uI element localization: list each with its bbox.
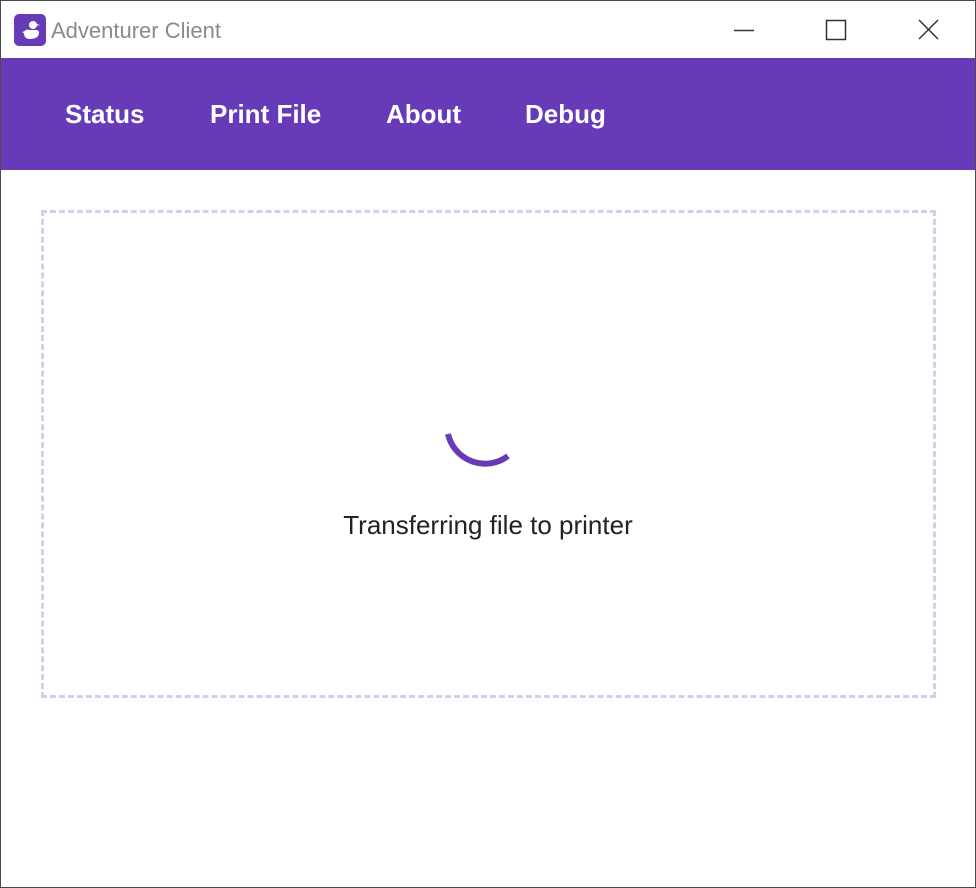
loading-spinner-icon [445,433,510,467]
minimize-button[interactable] [698,1,790,58]
nav-item-about[interactable]: About [386,98,461,130]
transfer-status-text: Transferring file to printer [343,510,633,540]
close-button[interactable] [882,1,974,58]
nav-item-print-file[interactable]: Print File [210,98,321,130]
duck-icon [14,14,46,46]
title-bar[interactable]: Adventurer Client [1,1,975,58]
nav-item-debug[interactable]: Debug [525,98,606,130]
maximize-icon [825,19,847,41]
app-window: Adventurer Client Status Print File Abou… [0,0,976,888]
close-icon [918,19,939,40]
nav-item-status[interactable]: Status [65,98,144,130]
minimize-icon [734,29,754,32]
window-title: Adventurer Client [51,18,221,43]
nav-bar: Status Print File About Debug [1,58,975,170]
maximize-button[interactable] [790,1,882,58]
